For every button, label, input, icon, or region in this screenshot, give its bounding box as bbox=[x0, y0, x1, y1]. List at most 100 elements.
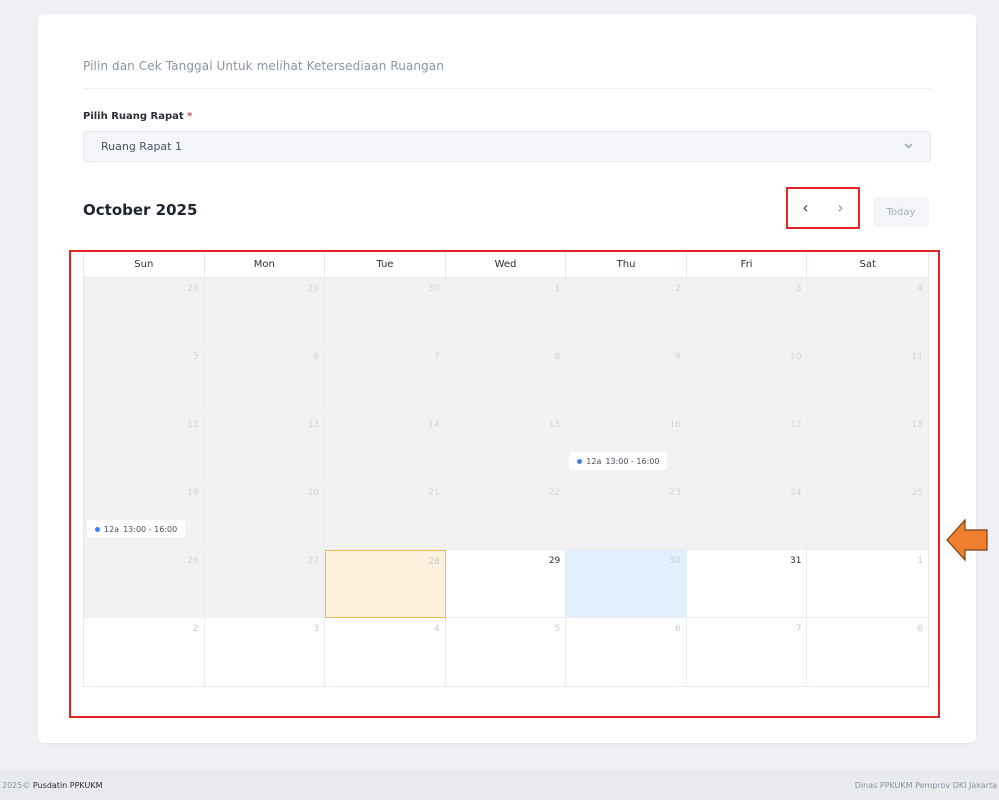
event-dot-icon bbox=[577, 458, 583, 464]
calendar-day-cell[interactable]: 30 bbox=[566, 550, 687, 618]
day-number: 3 bbox=[795, 284, 802, 294]
calendar-day-cell[interactable]: 6 bbox=[204, 346, 326, 414]
day-number: 19 bbox=[187, 488, 199, 498]
day-number: 6 bbox=[675, 624, 681, 634]
calendar-week: 19 12a 13:00 - 16:00 20 21 22 23 24 25 bbox=[84, 482, 928, 550]
calendar-day-cell[interactable]: 7 bbox=[686, 618, 808, 686]
calendar-day-cell[interactable]: 5 bbox=[84, 346, 205, 414]
calendar-day-cell[interactable]: 29 bbox=[445, 550, 567, 618]
calendar-day-cell[interactable]: 23 bbox=[566, 482, 687, 550]
calendar-day-cell[interactable]: 1 bbox=[445, 278, 567, 346]
calendar-day-cell[interactable]: 6 bbox=[566, 618, 687, 686]
footer-right: Dinas PPKUKM Pemprov DKI Jakarta bbox=[854, 780, 997, 790]
room-field-label: Pilih Ruang Rapat * bbox=[83, 111, 192, 122]
day-number: 20 bbox=[307, 488, 320, 498]
day-number: 10 bbox=[789, 352, 802, 362]
calendar-day-cell[interactable]: 3 bbox=[204, 618, 326, 686]
calendar-day-cell[interactable]: 31 bbox=[686, 550, 808, 618]
calendar-day-cell[interactable]: 12 bbox=[84, 414, 205, 482]
calendar-day-cell[interactable]: 2 bbox=[84, 618, 205, 686]
calendar-day-cell[interactable]: 11 bbox=[807, 346, 928, 414]
day-number: 1 bbox=[554, 284, 561, 294]
calendar-day-cell[interactable]: 30 bbox=[325, 278, 446, 346]
day-number: 26 bbox=[187, 556, 199, 566]
weekday-header: Sun Mon Tue Wed Thu Fri Sat bbox=[84, 252, 928, 278]
calendar-day-cell[interactable]: 28 bbox=[325, 550, 446, 618]
day-number: 28 bbox=[428, 557, 440, 567]
calendar-day-cell[interactable]: 24 bbox=[686, 482, 808, 550]
required-mark: * bbox=[187, 111, 193, 122]
day-number: 7 bbox=[433, 352, 440, 362]
day-number: 12 bbox=[187, 420, 199, 430]
calendar-day-cell[interactable]: 8 bbox=[445, 346, 567, 414]
calendar-day-cell[interactable]: 14 bbox=[325, 414, 446, 482]
calendar-day-cell[interactable]: 4 bbox=[325, 618, 446, 686]
calendar-day-cell[interactable]: 19 12a 13:00 - 16:00 bbox=[84, 482, 205, 550]
day-number: 13 bbox=[307, 420, 320, 430]
day-number: 6 bbox=[313, 352, 320, 362]
weekday-tue: Tue bbox=[325, 252, 446, 277]
weekday-sun: Sun bbox=[84, 252, 205, 277]
card-title: Pilin dan Cek Tanggal Untuk melihat Kete… bbox=[83, 59, 444, 73]
calendar-day-cell[interactable]: 29 bbox=[204, 278, 326, 346]
day-number: 18 bbox=[911, 420, 923, 430]
day-number: 28 bbox=[187, 284, 199, 294]
day-number: 4 bbox=[433, 624, 440, 634]
chevron-down-icon bbox=[904, 141, 913, 152]
calendar-day-cell[interactable]: 4 bbox=[807, 278, 928, 346]
calendar-day-cell[interactable]: 5 bbox=[445, 618, 567, 686]
calendar-event[interactable]: 12a 13:00 - 16:00 bbox=[569, 452, 668, 470]
calendar-day-cell[interactable]: 2 bbox=[566, 278, 687, 346]
calendar-day-cell[interactable]: 28 bbox=[84, 278, 205, 346]
footer-left: 2025© Pusdatin PPKUKM bbox=[2, 781, 102, 790]
calendar-day-cell[interactable]: 10 bbox=[686, 346, 808, 414]
day-number: 29 bbox=[548, 556, 561, 566]
calendar-day-cell[interactable]: 8 bbox=[807, 618, 928, 686]
day-number: 30 bbox=[428, 284, 440, 294]
weekday-sat: Sat bbox=[859, 259, 876, 270]
calendar-day-cell[interactable]: 17 bbox=[686, 414, 808, 482]
calendar-day-cell[interactable]: 21 bbox=[325, 482, 446, 550]
day-number: 8 bbox=[554, 352, 561, 362]
calendar-event[interactable]: 12a 13:00 - 16:00 bbox=[87, 520, 186, 538]
calendar-day-cell[interactable]: 20 bbox=[204, 482, 326, 550]
today-button[interactable]: Today bbox=[873, 197, 929, 227]
day-number: 5 bbox=[192, 352, 199, 362]
day-number: 24 bbox=[789, 488, 802, 498]
day-number: 3 bbox=[313, 624, 320, 634]
calendar-day-cell[interactable]: 13 bbox=[204, 414, 326, 482]
weekday-fri: Fri bbox=[687, 252, 808, 277]
prev-month-button[interactable]: ‹ bbox=[794, 198, 818, 218]
event-time: 13:00 - 16:00 bbox=[605, 456, 660, 466]
day-number: 2 bbox=[675, 284, 681, 294]
day-number: 30 bbox=[669, 556, 681, 566]
calendar-day-cell[interactable]: 16 12a 13:00 - 16:00 bbox=[566, 414, 687, 482]
calendar-day-cell[interactable]: 18 bbox=[807, 414, 928, 482]
day-number: 9 bbox=[675, 352, 681, 362]
calendar-week: 2 3 4 5 6 7 8 bbox=[84, 618, 928, 686]
calendar-day-cell[interactable]: 15 bbox=[445, 414, 567, 482]
calendar-day-cell[interactable]: 26 bbox=[84, 550, 205, 618]
day-number: 23 bbox=[669, 488, 681, 498]
day-number: 7 bbox=[795, 624, 802, 634]
weekday-wed: Wed bbox=[446, 252, 567, 277]
calendar-week: 5 6 7 8 9 10 11 bbox=[84, 346, 928, 414]
day-number: 27 bbox=[307, 556, 320, 566]
calendar-day-cell[interactable]: 9 bbox=[566, 346, 687, 414]
day-number: 8 bbox=[917, 624, 923, 634]
calendar-week: 26 27 28 29 30 31 1 bbox=[84, 550, 928, 618]
room-field-label-text: Pilih Ruang Rapat bbox=[83, 111, 184, 122]
event-label: 12a bbox=[586, 456, 602, 466]
next-month-button[interactable]: › bbox=[829, 198, 853, 218]
calendar-day-cell[interactable]: 22 bbox=[445, 482, 567, 550]
event-dot-icon bbox=[95, 526, 100, 532]
day-number: 4 bbox=[917, 284, 923, 294]
calendar-day-cell[interactable]: 27 bbox=[204, 550, 326, 618]
room-select[interactable]: Ruang Rapat 1 bbox=[83, 131, 931, 162]
calendar-day-cell[interactable]: 25 bbox=[807, 482, 928, 550]
calendar-day-cell[interactable]: 1 bbox=[807, 550, 928, 618]
calendar-day-cell[interactable]: 3 bbox=[686, 278, 808, 346]
calendar-day-cell[interactable]: 7 bbox=[325, 346, 446, 414]
day-number: 17 bbox=[789, 420, 802, 430]
day-number: 31 bbox=[789, 556, 802, 566]
